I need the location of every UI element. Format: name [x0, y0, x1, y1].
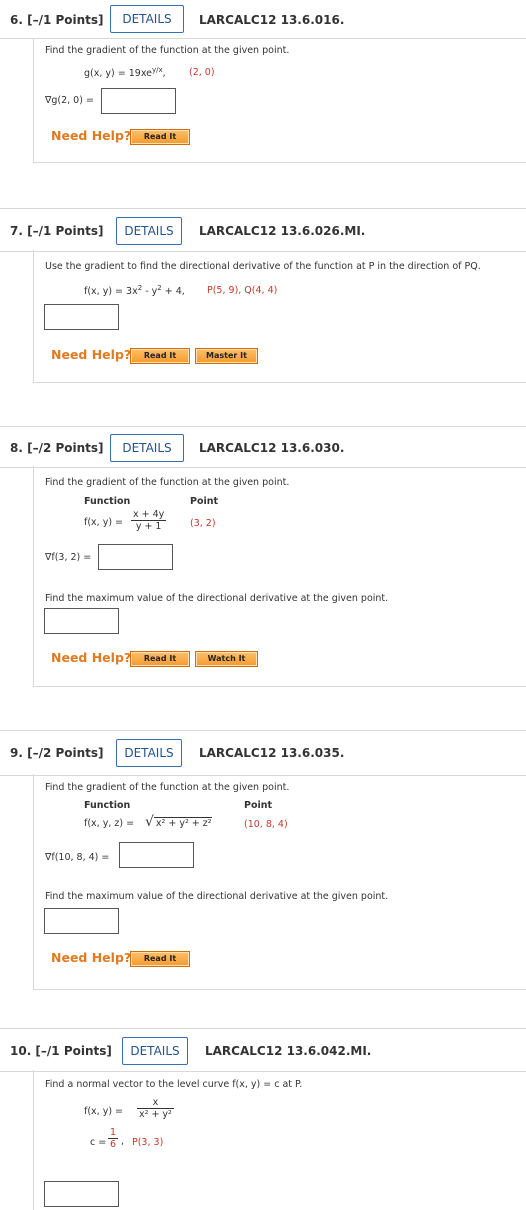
need-help-label: Need Help?	[51, 950, 132, 965]
read-it-button[interactable]: Read It	[130, 951, 190, 967]
question-header: 7. [–/1 Points] DETAILS LARCALC12 13.6.0…	[0, 208, 526, 252]
question-code: LARCALC12 13.6.030.	[199, 441, 345, 455]
given-point: P(3, 3)	[132, 1137, 164, 1148]
question-header: 8. [–/2 Points] DETAILS LARCALC12 13.6.0…	[0, 426, 526, 468]
given-point: (2, 0)	[189, 67, 215, 78]
max-value-input[interactable]	[44, 608, 119, 634]
function-lhs: f(x, y, z) =	[84, 818, 135, 829]
question-6: 6. [–/1 Points] DETAILS LARCALC12 13.6.0…	[0, 0, 526, 190]
prompt-text: Find the gradient of the function at the…	[45, 45, 290, 56]
question-number: 8. [–/2 Points]	[10, 441, 104, 455]
function-fraction: x x² + y²	[137, 1097, 174, 1120]
point-column-header: Point	[244, 800, 273, 811]
need-help-label: Need Help?	[51, 650, 132, 665]
point-column-header: Point	[190, 496, 219, 507]
question-code: LARCALC12 13.6.026.MI.	[199, 224, 366, 238]
normal-vector-input[interactable]	[44, 1181, 119, 1207]
answer-input[interactable]	[101, 88, 176, 114]
question-number: 7. [–/1 Points]	[10, 224, 104, 238]
sqrt-expression: √ x² + y² + z²	[145, 814, 212, 830]
function-column-header: Function	[84, 800, 131, 811]
need-help-label: Need Help?	[51, 128, 132, 143]
function-expression: g(x, y) = 19xey/x,	[84, 66, 166, 80]
function-lhs: f(x, y) =	[84, 517, 124, 528]
question-header: 6. [–/1 Points] DETAILS LARCALC12 13.6.0…	[0, 0, 526, 39]
watch-it-button[interactable]: Watch It	[195, 651, 258, 667]
details-button[interactable]: DETAILS	[116, 217, 182, 245]
question-number: 10. [–/1 Points]	[10, 1044, 112, 1058]
question-body: Find the gradient of the function at the…	[33, 466, 526, 687]
function-fraction: x + 4y y + 1	[131, 509, 167, 532]
question-number: 9. [–/2 Points]	[10, 746, 104, 760]
question-9: 9. [–/2 Points] DETAILS LARCALC12 13.6.0…	[0, 730, 526, 1010]
c-lhs: c =	[90, 1137, 107, 1148]
comma: ,	[121, 1136, 125, 1147]
question-code: LARCALC12 13.6.035.	[199, 746, 345, 760]
question-8: 8. [–/2 Points] DETAILS LARCALC12 13.6.0…	[0, 426, 526, 706]
master-it-button[interactable]: Master It	[195, 348, 258, 364]
question-10: 10. [–/1 Points] DETAILS LARCALC12 13.6.…	[0, 1028, 526, 1210]
function-lhs: f(x, y) =	[84, 1106, 124, 1117]
read-it-button[interactable]: Read It	[130, 129, 190, 145]
c-fraction: 1 6	[108, 1127, 119, 1150]
prompt-text: Use the gradient to find the directional…	[45, 261, 481, 272]
answer-label: ∇g(2, 0) =	[45, 95, 94, 106]
max-value-input[interactable]	[44, 908, 119, 934]
question-body: Find a normal vector to the level curve …	[33, 1070, 526, 1210]
question-body: Find the gradient of the function at the…	[33, 38, 526, 163]
details-button[interactable]: DETAILS	[110, 434, 184, 462]
function-expression: f(x, y) = 3x2 - y2 + 4,	[84, 284, 185, 298]
question-body: Use the gradient to find the directional…	[33, 250, 526, 383]
given-point: (3, 2)	[190, 518, 216, 529]
prompt-text-2: Find the maximum value of the directiona…	[45, 891, 389, 902]
question-body: Find the gradient of the function at the…	[33, 774, 526, 990]
given-points: P(5, 9), Q(4, 4)	[207, 285, 278, 296]
answer-input[interactable]	[44, 304, 119, 330]
gradient-answer-input[interactable]	[119, 842, 194, 868]
details-button[interactable]: DETAILS	[116, 739, 182, 767]
question-code: LARCALC12 13.6.016.	[199, 13, 345, 27]
question-header: 10. [–/1 Points] DETAILS LARCALC12 13.6.…	[0, 1028, 526, 1072]
prompt-text: Find the gradient of the function at the…	[45, 782, 290, 793]
function-column-header: Function	[84, 496, 131, 507]
need-help-label: Need Help?	[51, 347, 132, 362]
read-it-button[interactable]: Read It	[130, 651, 190, 667]
question-header: 9. [–/2 Points] DETAILS LARCALC12 13.6.0…	[0, 730, 526, 776]
details-button[interactable]: DETAILS	[122, 1037, 188, 1065]
given-point: (10, 8, 4)	[244, 819, 288, 830]
question-7: 7. [–/1 Points] DETAILS LARCALC12 13.6.0…	[0, 208, 526, 408]
read-it-button[interactable]: Read It	[130, 348, 190, 364]
gradient-answer-input[interactable]	[98, 544, 173, 570]
question-code: LARCALC12 13.6.042.MI.	[205, 1044, 372, 1058]
details-button[interactable]: DETAILS	[110, 5, 184, 33]
question-number: 6. [–/1 Points]	[10, 13, 104, 27]
prompt-text: Find the gradient of the function at the…	[45, 477, 290, 488]
prompt-text-2: Find the maximum value of the directiona…	[45, 593, 389, 604]
answer-label: ∇f(10, 8, 4) =	[45, 852, 110, 863]
prompt-text: Find a normal vector to the level curve …	[45, 1079, 303, 1090]
answer-label: ∇f(3, 2) =	[45, 552, 92, 563]
